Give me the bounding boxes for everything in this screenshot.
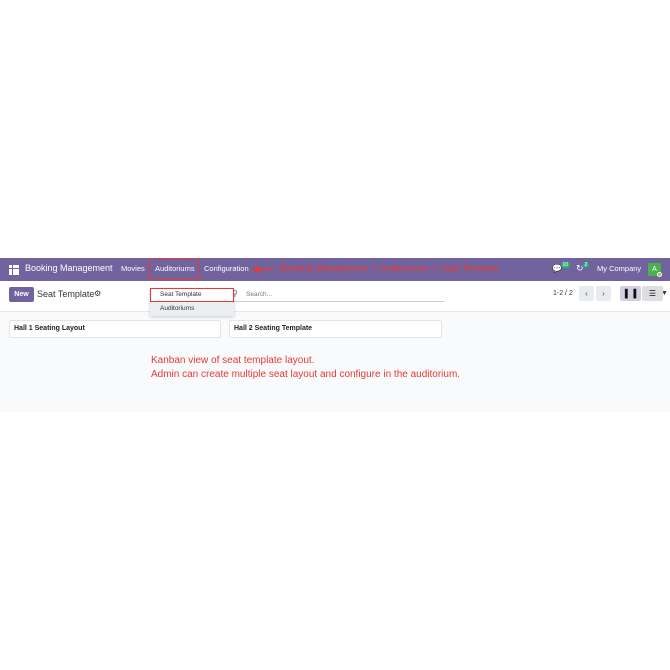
apps-grid-icon[interactable] (9, 265, 19, 275)
menu-configuration[interactable]: Configuration (204, 264, 249, 273)
pager-value[interactable]: 1-2 / 2 (553, 290, 573, 297)
page-title: Seat Template (37, 289, 95, 299)
pager-previous-button[interactable]: ‹ (579, 286, 594, 301)
app-brand[interactable]: Booking Management (25, 263, 113, 273)
control-panel: New Seat Template ⚙ ⚲ ▼ 1-2 / 2 ‹ › ▌▐ ☰ (0, 281, 670, 312)
messages-badge: 10 (561, 262, 570, 268)
breadcrumb-annotation: Booking Management -> Auditoriums -> Sea… (280, 263, 499, 273)
search-bar: ⚲ ▼ (230, 287, 668, 302)
company-switcher[interactable]: My Company (597, 264, 641, 273)
top-navbar: Booking Management Movies Auditoriums Co… (0, 258, 670, 281)
dropdown-item-seat-template[interactable]: Seat Template (150, 288, 234, 302)
list-view-icon[interactable]: ☰ (642, 286, 663, 301)
auditoriums-dropdown-menu: Seat Template Auditoriums (150, 288, 234, 316)
search-input[interactable] (246, 288, 426, 300)
new-button[interactable]: New (9, 287, 34, 302)
gear-icon[interactable]: ⚙ (94, 289, 101, 298)
kanban-view-icon[interactable]: ▌▐ (620, 286, 641, 301)
pager-next-button[interactable]: › (596, 286, 611, 301)
status-dot (657, 272, 662, 277)
annotation-note: Admin can create multiple seat layout an… (151, 369, 461, 380)
annotation-note: Kanban view of seat template layout. (151, 355, 315, 366)
odoo-app: Booking Management Movies Auditoriums Co… (0, 258, 670, 412)
menu-auditoriums[interactable]: Auditoriums (155, 264, 195, 273)
dropdown-item-auditoriums[interactable]: Auditoriums (150, 302, 234, 316)
kanban-card[interactable]: Hall 2 Seating Template (229, 320, 442, 338)
annotation-arrow-icon (252, 265, 273, 274)
activity-badge: 2 (583, 262, 589, 268)
menu-movies[interactable]: Movies (121, 264, 145, 273)
kanban-card[interactable]: Hall 1 Seating Layout (9, 320, 221, 338)
